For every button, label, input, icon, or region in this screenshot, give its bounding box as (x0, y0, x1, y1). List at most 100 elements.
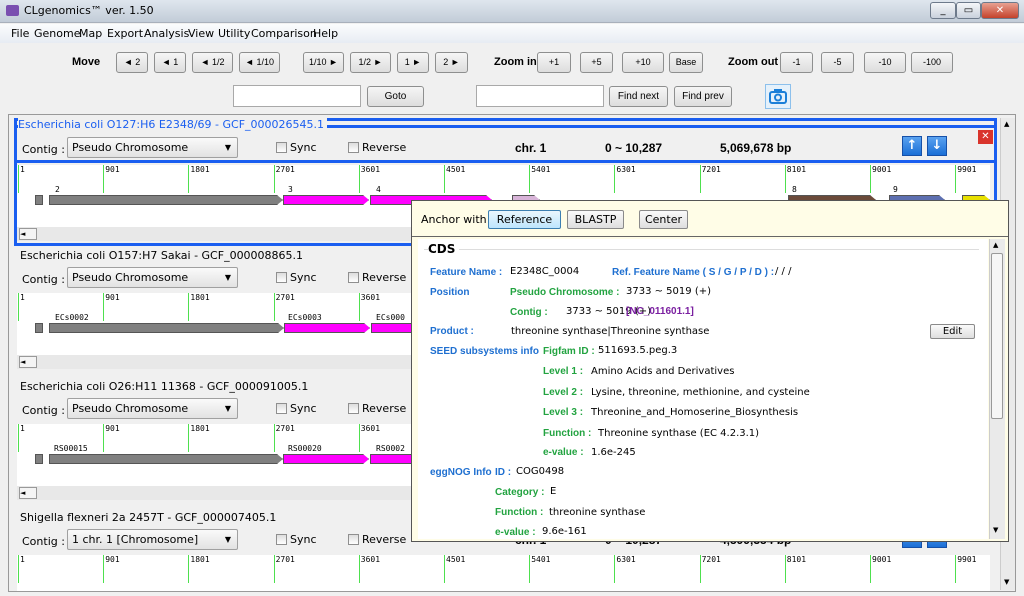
ruler-tick-label: 5401 (531, 555, 551, 564)
zoom-out-10-button[interactable]: -10 (864, 52, 906, 73)
move-left-tenth-button[interactable]: ◄ 1/10 (239, 52, 280, 73)
gene-label: RS00020 (288, 444, 322, 453)
minimize-button[interactable]: _ (930, 2, 956, 19)
move-right-half-button[interactable]: 1/2 ► (350, 52, 391, 73)
panel-title-bar: Escherichia coli O127:H6 E2348/69 - GCF_… (17, 118, 994, 131)
gene-feature[interactable] (35, 454, 43, 464)
reverse-checkbox[interactable] (348, 534, 359, 545)
menu-map[interactable]: Map (79, 27, 102, 40)
move-left-2-button[interactable]: ◄ 2 (116, 52, 148, 73)
zoom-base-button[interactable]: Base (669, 52, 703, 73)
reverse-checkbox[interactable] (348, 403, 359, 414)
anchor-blastp-button[interactable]: BLASTP (567, 210, 624, 229)
sync-label: Sync (290, 402, 317, 415)
find-next-button[interactable]: Find next (609, 86, 668, 107)
scroll-left-icon[interactable]: ◄ (19, 487, 37, 499)
close-button[interactable]: ✕ (981, 2, 1019, 19)
gene-feature[interactable] (283, 195, 369, 205)
scroll-left-icon[interactable]: ◄ (19, 356, 37, 368)
ruler-tick-label: 3601 (360, 293, 381, 302)
reverse-checkbox[interactable] (348, 142, 359, 153)
find-prev-button[interactable]: Find prev (674, 86, 732, 107)
contig-accession: [NC_011601.1] (626, 306, 694, 317)
scroll-up-icon[interactable]: ▲ (1004, 120, 1009, 128)
move-right-tenth-button[interactable]: 1/10 ► (303, 52, 344, 73)
contig-select[interactable]: Pseudo Chromosome ▼ (67, 398, 238, 419)
ruler-tick-label: 2701 (275, 424, 295, 433)
anchor-reference-button[interactable]: Reference (488, 210, 561, 229)
sync-checkbox[interactable] (276, 534, 287, 545)
menu-view[interactable]: View (188, 27, 214, 40)
move-left-half-button[interactable]: ◄ 1/2 (192, 52, 233, 73)
gene-feature[interactable] (49, 195, 283, 205)
ruler-tick-label: 901 (105, 424, 120, 433)
menu-utility[interactable]: Utility (218, 27, 250, 40)
sync-checkbox[interactable] (276, 272, 287, 283)
find-input[interactable] (476, 85, 604, 107)
level3-value: Threonine_and_Homoserine_Biosynthesis (591, 407, 799, 418)
zoom-in-5-button[interactable]: +5 (580, 52, 613, 73)
gene-feature[interactable] (49, 454, 283, 464)
ruler-tick-label: 1 (20, 293, 25, 302)
camera-button[interactable] (765, 84, 791, 109)
gene-label: 8 (792, 185, 797, 194)
gene-feature[interactable] (284, 323, 370, 333)
product-key: Product : (430, 326, 474, 337)
scroll-left-icon[interactable]: ◄ (19, 228, 37, 240)
move-right-1-button[interactable]: 1 ► (397, 52, 429, 73)
gene-label: 9 (893, 185, 898, 194)
genome-track[interactable]: 1 901 1801 2701 3601 4501 5401 6301 7201 8101 9001… (17, 555, 990, 591)
menu-file[interactable]: File (11, 27, 29, 40)
gene-feature[interactable] (35, 323, 43, 333)
move-left-1-button[interactable]: ◄ 1 (154, 52, 186, 73)
seed-evalue-value: 1.6e-245 (591, 447, 636, 458)
scroll-thumb[interactable] (991, 253, 1003, 419)
goto-input[interactable] (233, 85, 361, 107)
pseudo-chromosome-value: 3733 ~ 5019 (+) (626, 286, 711, 297)
contig-select[interactable]: Pseudo Chromosome ▼ (67, 137, 238, 158)
anchor-center-button[interactable]: Center (639, 210, 688, 229)
scroll-up-icon[interactable]: ▲ (993, 241, 998, 249)
menu-comparison[interactable]: Comparison (251, 27, 317, 40)
menu-export[interactable]: Export (107, 27, 143, 40)
menu-analysis[interactable]: Analysis (144, 27, 189, 40)
sync-checkbox[interactable] (276, 403, 287, 414)
contig-select-value: Pseudo Chromosome (72, 141, 189, 154)
zoom-out-1-button[interactable]: -1 (780, 52, 813, 73)
level2-value: Lysine, threonine, methionine, and cyste… (591, 387, 810, 398)
move-panel-up-button[interactable]: ↑ (902, 136, 922, 156)
sync-checkbox[interactable] (276, 142, 287, 153)
ruler-tick-label: 901 (105, 165, 120, 174)
menu-genome[interactable]: Genome (34, 27, 80, 40)
gene-feature[interactable] (49, 323, 284, 333)
gene-feature[interactable] (35, 195, 43, 205)
reverse-checkbox[interactable] (348, 272, 359, 283)
panel-title: Escherichia coli O157:H7 Sakai - GCF_000… (20, 249, 304, 262)
position-key: Position (430, 287, 470, 298)
contig-label: Contig : (22, 143, 65, 156)
maximize-button[interactable]: ▭ (956, 2, 981, 19)
contig-select[interactable]: 1 chr. 1 [Chromosome] ▼ (67, 529, 238, 550)
genome-size-label: 5,069,678 bp (720, 141, 792, 155)
zoom-out-100-button[interactable]: -100 (911, 52, 953, 73)
menu-help[interactable]: Help (313, 27, 338, 40)
close-panel-button[interactable]: ✕ (978, 130, 993, 144)
gene-feature[interactable] (283, 454, 369, 464)
gene-label: ECs000 (376, 313, 405, 322)
zoom-in-10-button[interactable]: +10 (622, 52, 664, 73)
goto-button[interactable]: Goto (367, 86, 424, 107)
zoom-in-1-button[interactable]: +1 (537, 52, 571, 73)
move-right-2-button[interactable]: 2 ► (435, 52, 468, 73)
chevron-down-icon: ▼ (224, 404, 231, 413)
ruler-tick-label: 3601 (360, 424, 381, 433)
popup-scrollbar[interactable]: ▲ ▼ (989, 239, 1005, 539)
scroll-down-icon[interactable]: ▼ (993, 526, 998, 534)
scroll-down-icon[interactable]: ▼ (1004, 578, 1009, 586)
move-panel-down-button[interactable]: ↓ (927, 136, 947, 156)
section-title: CDS (428, 242, 460, 256)
edit-product-button[interactable]: Edit (930, 324, 975, 339)
zoom-out-5-button[interactable]: -5 (821, 52, 854, 73)
contig-select-value: Pseudo Chromosome (72, 271, 189, 284)
contig-select[interactable]: Pseudo Chromosome ▼ (67, 267, 238, 288)
contig-label: Contig : (22, 273, 65, 286)
